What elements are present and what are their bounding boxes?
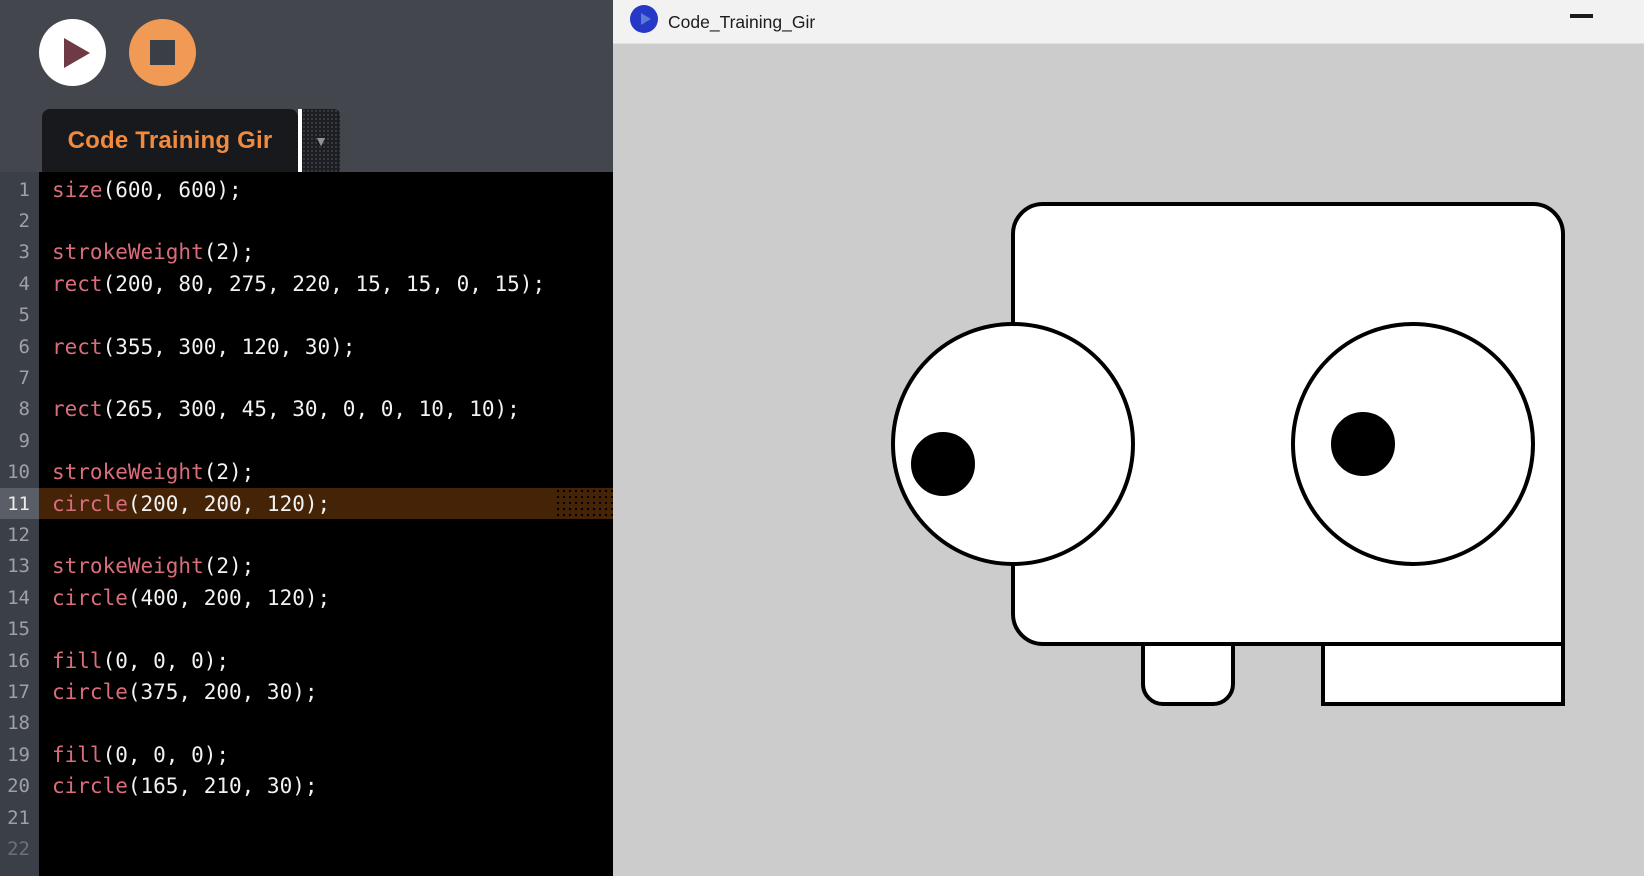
code-line[interactable]: 7 [0,362,613,393]
code-line[interactable]: 11circle(200, 200, 120); [0,488,613,519]
line-number: 15 [0,613,39,644]
code-text [39,362,613,393]
code-line[interactable]: 1size(600, 600); [0,174,613,205]
sketch-rect [1323,644,1563,704]
ide-panel: Code Training Gir ▼ 1size(600, 600);23st… [0,0,613,876]
code-text [39,802,613,833]
window-title: Code_Training_Gir [668,0,815,44]
line-number: 2 [0,205,39,236]
code-line[interactable]: 21 [0,802,613,833]
line-number: 21 [0,802,39,833]
line-number: 11 [0,488,39,519]
code-text: rect(355, 300, 120, 30); [39,331,613,362]
code-line[interactable]: 4rect(200, 80, 275, 220, 15, 15, 0, 15); [0,268,613,299]
ide-toolbar [0,0,613,109]
line-number: 13 [0,551,39,582]
tab-label: Code Training Gir [68,127,273,155]
chevron-down-icon: ▼ [314,133,328,149]
tab-bar: Code Training Gir ▼ [0,109,613,172]
line-number: 8 [0,394,39,425]
play-icon [64,38,90,68]
code-text: fill(0, 0, 0); [39,645,613,676]
code-rows: 1size(600, 600);23strokeWeight(2);4rect(… [0,174,613,865]
code-line[interactable]: 19fill(0, 0, 0); [0,739,613,770]
code-text [39,613,613,644]
code-line[interactable]: 17circle(375, 200, 30); [0,676,613,707]
line-number: 9 [0,425,39,456]
window-titlebar[interactable]: Code_Training_Gir [613,0,1644,44]
code-text: rect(200, 80, 275, 220, 15, 15, 0, 15); [39,268,613,299]
code-line[interactable]: 15 [0,613,613,644]
line-number: 20 [0,770,39,801]
code-line[interactable]: 22 [0,833,613,864]
code-text: fill(0, 0, 0); [39,739,613,770]
minimize-button[interactable] [1570,14,1593,18]
code-text: strokeWeight(2); [39,237,613,268]
code-text [39,833,613,864]
line-number: 16 [0,645,39,676]
code-line[interactable]: 6rect(355, 300, 120, 30); [0,331,613,362]
code-text: circle(165, 210, 30); [39,770,613,801]
code-line[interactable]: 9 [0,425,613,456]
code-line[interactable]: 12 [0,519,613,550]
code-text: rect(265, 300, 45, 30, 0, 0, 10, 10); [39,394,613,425]
code-text: circle(200, 200, 120); [39,488,613,519]
sketch-window: Code_Training_Gir [613,0,1644,876]
code-editor[interactable]: 1size(600, 600);23strokeWeight(2);4rect(… [0,172,613,876]
code-text: circle(375, 200, 30); [39,676,613,707]
code-line[interactable]: 16fill(0, 0, 0); [0,645,613,676]
line-number: 17 [0,676,39,707]
code-line[interactable]: 10strokeWeight(2); [0,457,613,488]
code-text [39,708,613,739]
stop-icon [150,40,175,65]
line-number: 6 [0,331,39,362]
line-number: 10 [0,457,39,488]
line-number: 7 [0,362,39,393]
tab-code-training-gir[interactable]: Code Training Gir [42,109,298,172]
line-number: 22 [0,833,39,864]
app: Code Training Gir ▼ 1size(600, 600);23st… [0,0,1644,876]
sketch-circle [1333,414,1393,474]
sketch-circle [913,434,973,494]
sketch-drawing [613,44,1644,876]
line-number: 12 [0,519,39,550]
code-text: strokeWeight(2); [39,457,613,488]
code-line[interactable]: 3strokeWeight(2); [0,237,613,268]
line-number: 19 [0,739,39,770]
window-play-circle-icon [630,5,658,33]
sketch-circle [1293,324,1533,564]
code-line[interactable]: 20circle(165, 210, 30); [0,770,613,801]
play-icon [641,13,651,25]
code-line[interactable]: 8rect(265, 300, 45, 30, 0, 0, 10, 10); [0,394,613,425]
code-text: strokeWeight(2); [39,551,613,582]
code-line[interactable]: 18 [0,708,613,739]
tab-menu-button[interactable]: ▼ [302,109,340,172]
line-number: 1 [0,174,39,205]
code-line[interactable]: 5 [0,300,613,331]
code-text [39,300,613,331]
line-number: 5 [0,300,39,331]
code-text [39,519,613,550]
line-number: 4 [0,268,39,299]
code-line[interactable]: 2 [0,205,613,236]
line-number: 14 [0,582,39,613]
code-line[interactable]: 13strokeWeight(2); [0,551,613,582]
stop-button[interactable] [129,19,196,86]
code-line[interactable]: 14circle(400, 200, 120); [0,582,613,613]
code-text [39,205,613,236]
sketch-rect [1143,644,1233,704]
sketch-canvas [613,44,1644,876]
line-number: 18 [0,708,39,739]
code-text: circle(400, 200, 120); [39,582,613,613]
code-text [39,425,613,456]
run-button[interactable] [39,19,106,86]
code-text: size(600, 600); [39,174,613,205]
line-number: 3 [0,237,39,268]
